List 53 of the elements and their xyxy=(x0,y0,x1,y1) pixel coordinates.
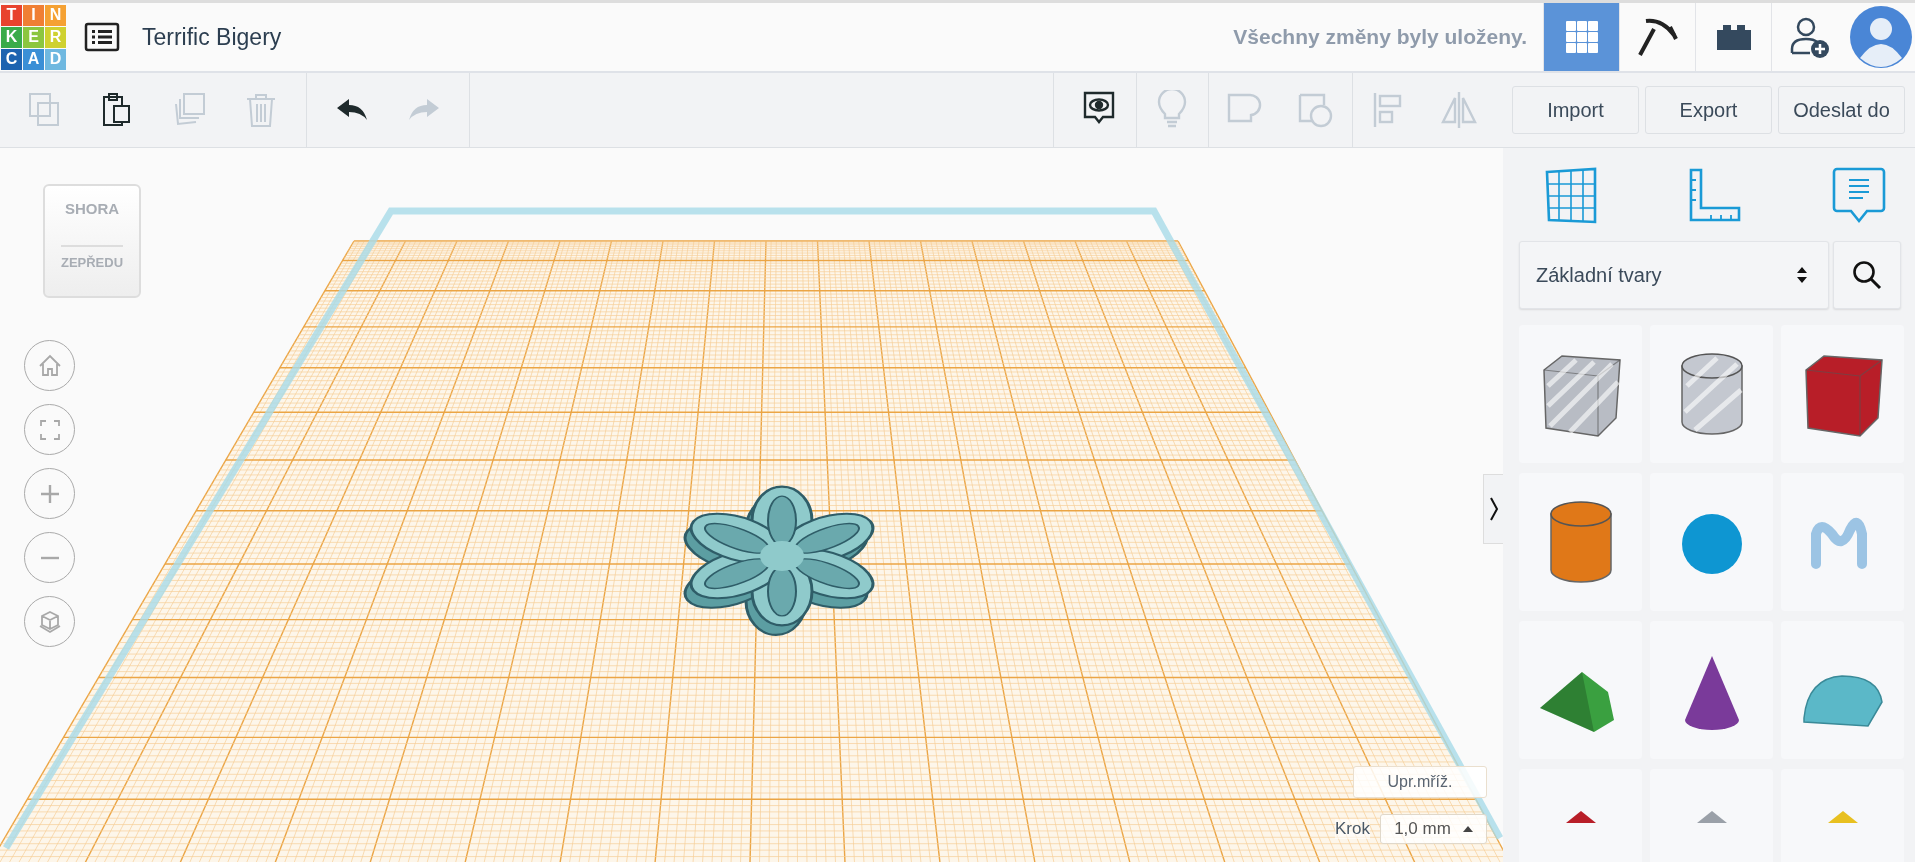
step-select[interactable]: 1,0 mm xyxy=(1380,814,1487,844)
logo-letter: T xyxy=(1,4,22,26)
flower-shape-drawing[interactable] xyxy=(684,485,874,637)
logo-letter: A xyxy=(23,48,44,70)
zoom-in-view-button[interactable] xyxy=(24,468,75,519)
logo[interactable]: T I N K E R C A D xyxy=(1,4,66,70)
zoom-out-view-button[interactable] xyxy=(24,532,75,583)
redo-arrow-icon xyxy=(407,98,441,122)
undo-arrow-icon xyxy=(335,98,369,122)
logo-letter: E xyxy=(23,26,44,48)
avatar-icon[interactable] xyxy=(1850,6,1912,68)
cube-icon xyxy=(37,609,62,634)
step-label: Krok xyxy=(1335,819,1370,839)
caret-icon xyxy=(1462,826,1473,832)
trash-icon xyxy=(244,92,278,128)
ortho-view-button[interactable] xyxy=(24,596,75,647)
grid-icon xyxy=(1564,20,1599,54)
design-list-button[interactable] xyxy=(84,22,120,52)
search-button[interactable] xyxy=(1833,241,1901,309)
logo-letter: D xyxy=(45,48,66,70)
stacked-squares-icon xyxy=(172,92,206,128)
grid-icon xyxy=(1543,166,1599,226)
shape-card[interactable] xyxy=(1519,325,1642,463)
toolbar-button[interactable]: Odeslat do xyxy=(1778,86,1905,134)
save-status: Všechny změny byly uloženy. xyxy=(1233,25,1527,49)
logo-letter: C xyxy=(1,48,22,70)
edit-grid-button[interactable]: Upr.mříž. xyxy=(1353,766,1487,798)
shape-card[interactable] xyxy=(1650,325,1773,463)
logo-letter: I xyxy=(23,4,44,26)
search-icon xyxy=(1852,260,1882,290)
mirror-icon xyxy=(1441,90,1477,130)
fit-view-button[interactable] xyxy=(24,404,75,455)
add-user-icon xyxy=(1788,15,1831,59)
list-icon xyxy=(84,22,120,52)
logo-letter: K xyxy=(1,26,22,48)
toolbar-button[interactable]: Import xyxy=(1512,86,1639,134)
logo-letter: N xyxy=(45,4,66,26)
collapse-panel-button[interactable] xyxy=(1483,474,1503,544)
copy-icon xyxy=(28,92,62,128)
shape-card[interactable] xyxy=(1519,621,1642,759)
home-view-button[interactable] xyxy=(24,340,75,391)
fit-view-icon xyxy=(37,417,62,442)
category-select[interactable]: Základní tvary xyxy=(1519,241,1829,309)
shape-card[interactable] xyxy=(1781,325,1904,463)
home-icon xyxy=(37,353,62,378)
logo-letter: R xyxy=(45,26,66,48)
shape-card[interactable] xyxy=(1650,621,1773,759)
sort-arrows-icon xyxy=(1796,265,1808,285)
design-title[interactable]: Terrific Bigery xyxy=(142,23,282,51)
shape-card[interactable] xyxy=(1650,473,1773,611)
shape-card[interactable] xyxy=(1519,473,1642,611)
toolbar-button[interactable]: Export xyxy=(1645,86,1772,134)
chevron-icon xyxy=(1488,496,1499,522)
